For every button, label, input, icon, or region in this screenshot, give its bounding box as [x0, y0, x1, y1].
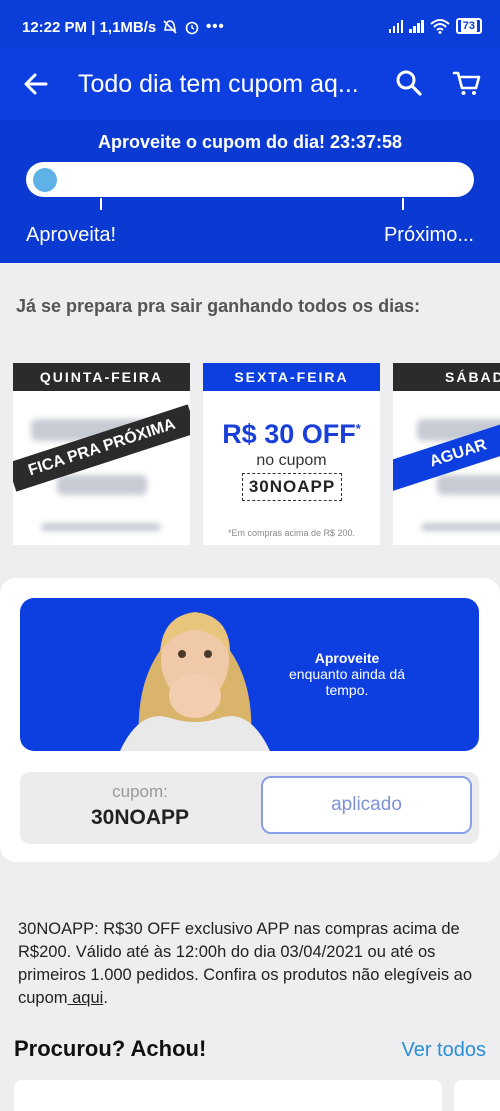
progress-label-next: Próximo...	[383, 224, 474, 246]
blurred-note	[41, 523, 161, 531]
day-label: SÁBAD	[393, 363, 500, 391]
promo-banner: Aproveite enquanto ainda dá tempo.	[20, 598, 479, 751]
coupon-prefix: no cupom	[256, 452, 327, 469]
signal-icon	[388, 19, 404, 33]
daily-coupon-timer: Aproveite o cupom do dia! 23:37:58 Aprov…	[0, 120, 500, 263]
wifi-icon	[430, 19, 450, 34]
product-card[interactable]	[14, 1080, 442, 1111]
coupon-terms: 30NOAPP: R$30 OFF exclusivo APP nas comp…	[18, 918, 488, 1010]
section-title: Procurou? Achou!	[14, 1036, 207, 1061]
countdown-headline: Aproveite o cupom do dia! 23:37:58	[97, 132, 403, 152]
progress-label-start: Aproveita!	[26, 224, 117, 246]
mute-icon	[163, 19, 177, 34]
back-arrow-icon[interactable]	[22, 70, 50, 98]
status-left-icons: •••	[162, 18, 225, 35]
status-time: 12:22 PM | 1,1MB/s	[22, 19, 157, 36]
day-card-friday[interactable]: SEXTA-FEIRA R$ 30 OFF* no cupom 30NOAPP …	[203, 363, 380, 545]
offer-amount: R$ 30 OFF*	[203, 419, 380, 450]
applied-coupon: cupom: 30NOAPP aplicado	[20, 772, 479, 844]
day-label: QUINTA-FEIRA	[13, 363, 190, 391]
day-label: SEXTA-FEIRA	[203, 363, 380, 391]
terms-link[interactable]: aqui	[68, 989, 103, 1007]
blurred-code	[57, 475, 147, 495]
coupon-code-value: 30NOAPP	[90, 806, 190, 829]
banner-subtitle: enquanto ainda dá tempo.	[289, 666, 405, 698]
coupon-label: cupom:	[112, 782, 168, 801]
day-card-thursday: QUINTA-FEIRA FICA PRA PRÓXIMA	[13, 363, 190, 545]
product-card[interactable]	[454, 1080, 500, 1111]
progress-tick-next	[402, 198, 404, 210]
offer-footnote-mark: *	[355, 421, 361, 436]
app-header: Todo dia tem cupom aq...	[0, 48, 500, 120]
intro-text: Já se prepara pra sair ganhando todos os…	[16, 296, 421, 316]
blurred-note	[421, 523, 500, 531]
terms-end: .	[103, 989, 108, 1007]
more-icon: •••	[206, 18, 225, 35]
banner-title: Aproveite	[314, 650, 380, 666]
status-right-icons: 73	[388, 18, 482, 34]
woman-photo	[120, 612, 270, 751]
coupon-progress-bar	[26, 162, 474, 197]
blurred-code	[437, 475, 500, 495]
coupon-panel: Aproveite enquanto ainda dá tempo. cupom…	[0, 578, 500, 862]
banner-text: Aproveite enquanto ainda dá tempo.	[282, 650, 412, 698]
battery-icon: 73	[455, 18, 482, 34]
search-icon[interactable]	[394, 68, 424, 98]
status-bar: 12:22 PM | 1,1MB/s ••• 73	[0, 0, 500, 48]
coupon-code: 30NOAPP	[242, 473, 342, 501]
cart-icon[interactable]	[452, 68, 482, 98]
see-all-link[interactable]: Ver todos	[401, 1039, 486, 1062]
battery-level: 73	[460, 20, 477, 32]
applied-button[interactable]: aplicado	[261, 776, 472, 834]
page-title: Todo dia tem cupom aq...	[78, 70, 359, 98]
alarm-icon	[185, 21, 199, 34]
progress-indicator	[33, 168, 57, 192]
progress-tick-start	[100, 198, 102, 210]
day-card-saturday: SÁBAD AGUAR	[393, 363, 500, 545]
signal-icon	[409, 19, 424, 33]
offer-value: R$ 30 OFF	[222, 419, 356, 449]
offer-note: *Em compras acima de R$ 200.	[227, 528, 356, 538]
